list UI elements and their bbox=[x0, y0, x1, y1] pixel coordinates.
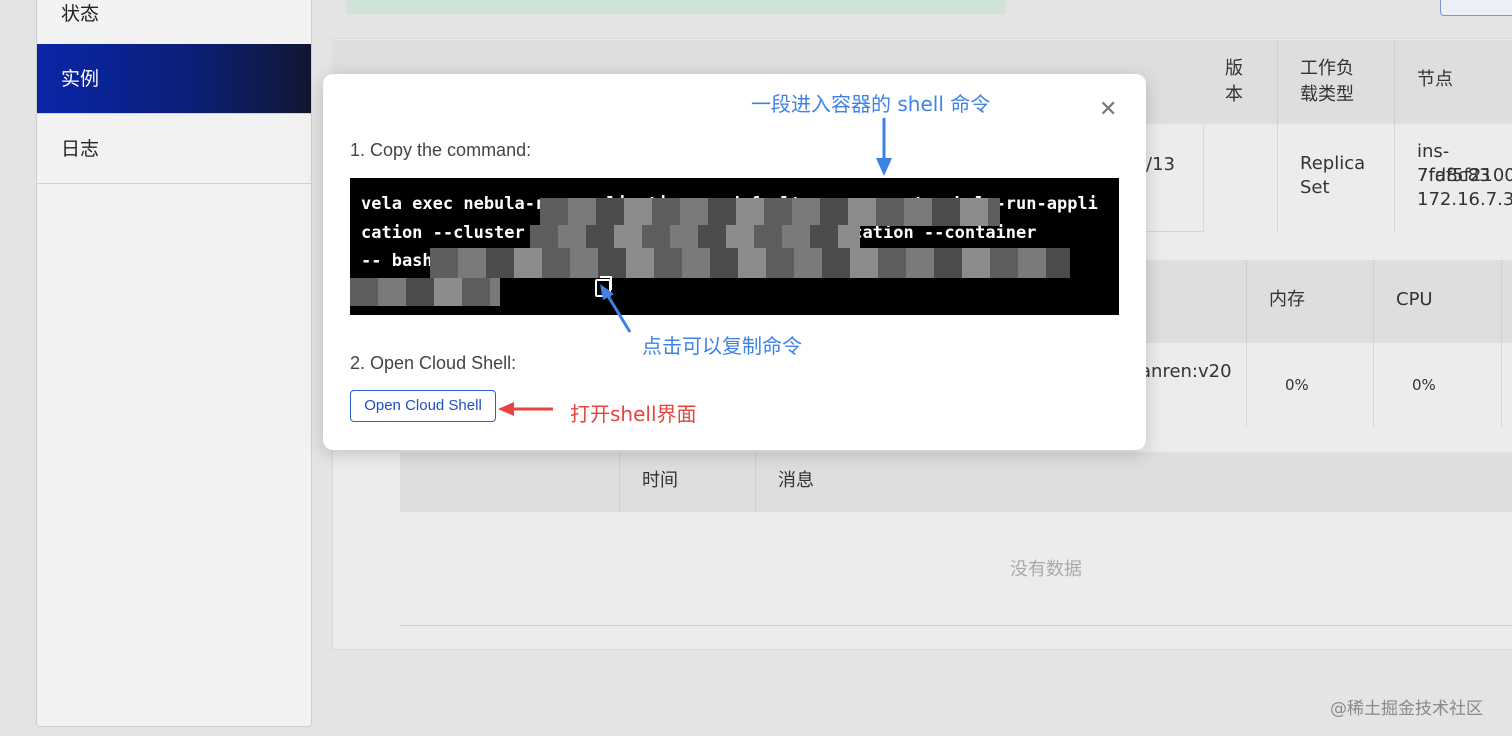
arrow-head-command bbox=[876, 158, 892, 176]
arrow-line-copy bbox=[606, 295, 632, 333]
arrow-head-open bbox=[498, 402, 514, 416]
annotation-arrows bbox=[498, 118, 892, 416]
arrow-head-copy bbox=[600, 284, 614, 300]
watermark: @稀土掘金技术社区 bbox=[1330, 699, 1483, 719]
